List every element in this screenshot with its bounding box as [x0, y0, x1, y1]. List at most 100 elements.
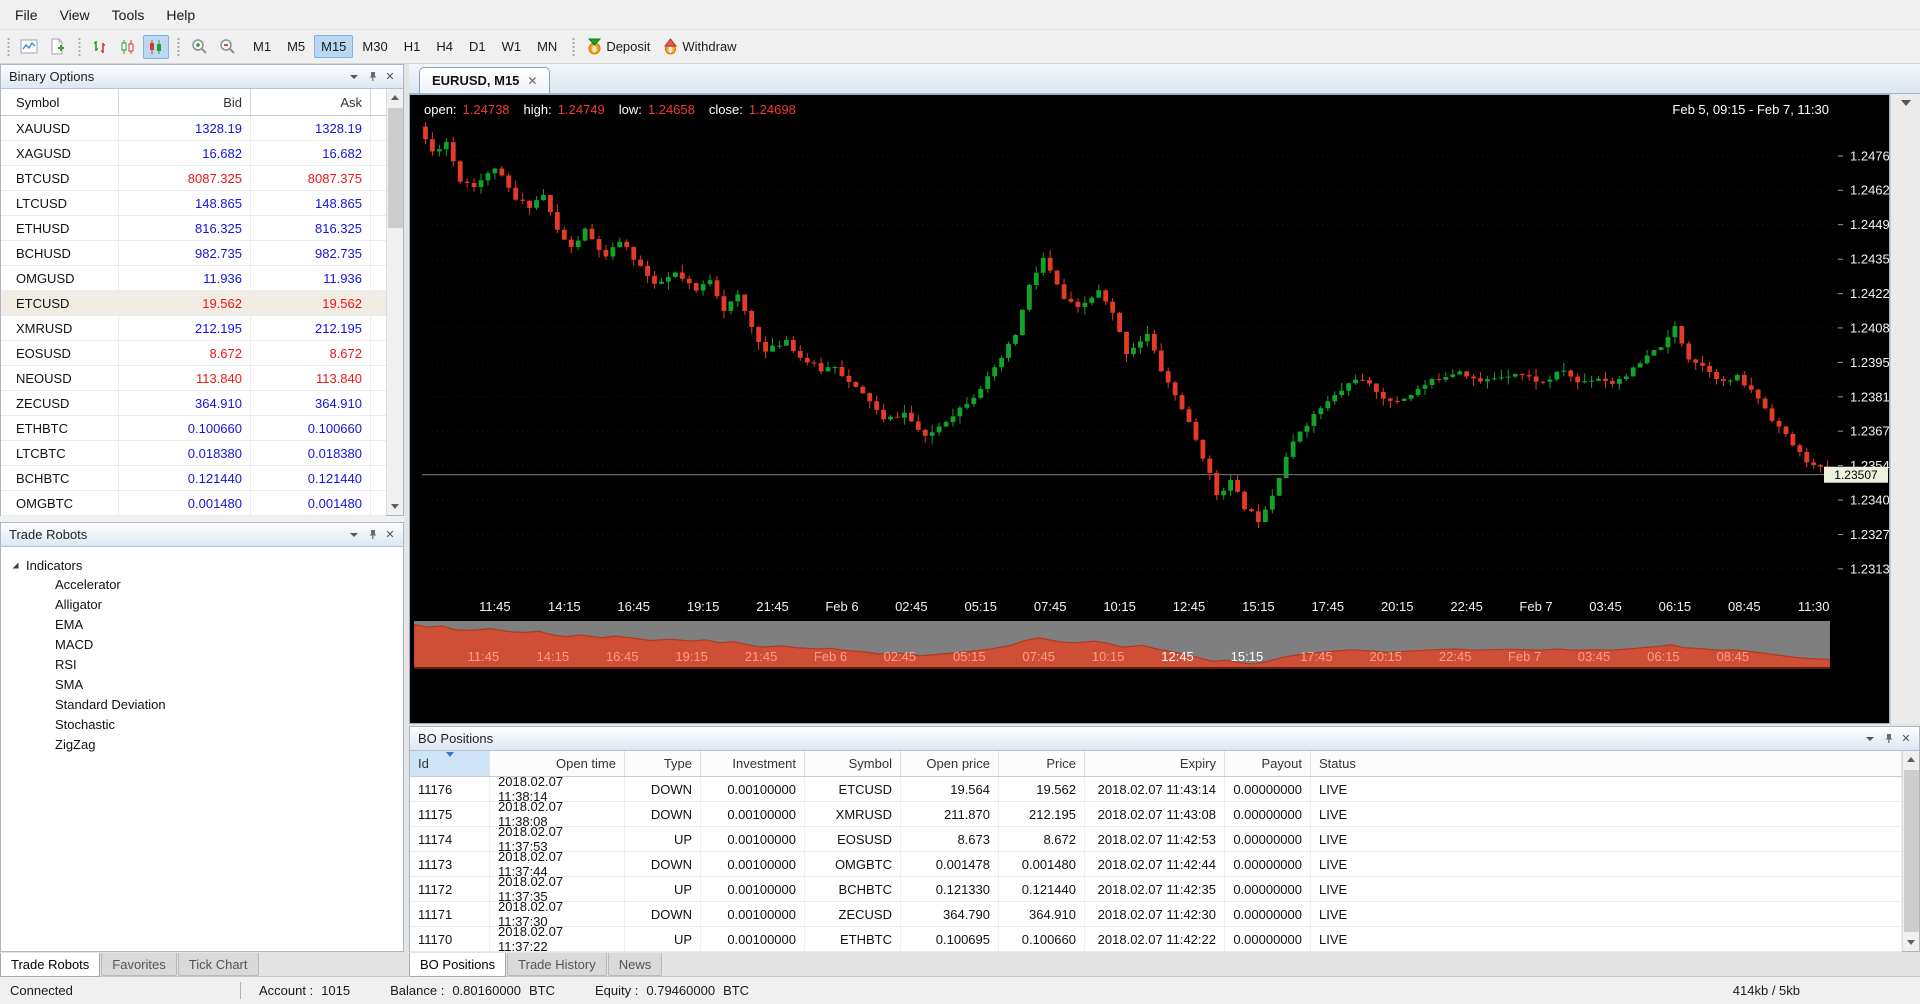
- column-header-payout[interactable]: Payout: [1225, 751, 1311, 776]
- market-watch-row-ltcbtc[interactable]: LTCBTC 0.018380 0.018380: [1, 441, 386, 466]
- menu-item-tools[interactable]: Tools: [101, 2, 156, 28]
- chart-window-button[interactable]: [16, 35, 42, 59]
- timeframe-button-m1[interactable]: M1: [246, 35, 278, 58]
- panel-menu-button[interactable]: [345, 526, 363, 544]
- bo-position-row-11173[interactable]: 11173 2018.02.07 11:37:44 DOWN 0.00100000 OM…: [410, 849, 1902, 879]
- dock-chevron-icon[interactable]: [1900, 100, 1911, 111]
- timeframe-button-d1[interactable]: D1: [462, 35, 493, 58]
- market-watch-row-omgbtc[interactable]: OMGBTC 0.001480 0.001480: [1, 491, 386, 516]
- panel-close-button[interactable]: ✕: [1897, 730, 1915, 748]
- chart-canvas[interactable]: open: 1.24738 high: 1.24749 low: 1.24658 cl…: [409, 94, 1890, 724]
- menu-item-view[interactable]: View: [49, 2, 101, 28]
- scroll-up-arrow[interactable]: [387, 89, 404, 106]
- tree-node-indicators[interactable]: Indicators: [11, 555, 403, 575]
- market-watch-row-bchbtc[interactable]: BCHBTC 0.121440 0.121440: [1, 466, 386, 491]
- tab-news[interactable]: News: [607, 953, 663, 976]
- market-watch-row-zecusd[interactable]: ZECUSD 364.910 364.910: [1, 391, 386, 416]
- bo-position-row-11171[interactable]: 11171 2018.02.07 11:37:30 DOWN 0.00100000 ZE…: [410, 899, 1902, 929]
- bo-position-row-11176[interactable]: 11176 2018.02.07 11:38:14 DOWN 0.00100000 ET…: [410, 774, 1902, 804]
- bo-position-row-11175[interactable]: 11175 2018.02.07 11:38:08 DOWN 0.00100000 XM…: [410, 799, 1902, 829]
- column-header-type[interactable]: Type: [625, 751, 701, 776]
- tree-item-macd[interactable]: MACD: [11, 635, 403, 655]
- panel-menu-button[interactable]: [1861, 730, 1879, 748]
- scroll-track[interactable]: [387, 106, 404, 498]
- market-watch-row-neousd[interactable]: NEOUSD 113.840 113.840: [1, 366, 386, 391]
- market-watch-scrollbar[interactable]: [386, 89, 403, 515]
- candle-outline-mode-button[interactable]: [115, 35, 141, 59]
- column-header-symbol[interactable]: Symbol: [805, 751, 901, 776]
- scroll-down-arrow[interactable]: [1903, 934, 1920, 951]
- tab-favorites[interactable]: Favorites: [101, 953, 177, 976]
- column-header-open-time[interactable]: Open time: [490, 751, 625, 776]
- tree-item-sma[interactable]: SMA: [11, 675, 403, 695]
- panel-close-button[interactable]: ✕: [381, 526, 399, 544]
- scroll-thumb[interactable]: [1903, 770, 1919, 932]
- timeframe-button-h4[interactable]: H4: [429, 35, 460, 58]
- zoom-in-button[interactable]: [186, 35, 212, 59]
- panel-menu-button[interactable]: [345, 68, 363, 86]
- bo-positions-scrollbar[interactable]: [1902, 751, 1919, 951]
- chart-navigator[interactable]: 11:45 14:15 16:45 19:15 21:45 Feb 6 02:45 05:15…: [414, 621, 1830, 669]
- timeframe-button-m30[interactable]: M30: [355, 35, 394, 58]
- column-header-ask[interactable]: Ask: [251, 89, 371, 115]
- tree-item-stochastic[interactable]: Stochastic: [11, 715, 403, 735]
- deposit-button[interactable]: ฿ Deposit: [580, 35, 656, 58]
- panel-close-button[interactable]: ✕: [381, 68, 399, 86]
- panel-pin-button[interactable]: [1879, 730, 1897, 748]
- scroll-down-arrow[interactable]: [387, 498, 404, 515]
- column-header-expiry[interactable]: Expiry: [1085, 751, 1225, 776]
- column-header-status[interactable]: Status: [1311, 751, 1902, 776]
- toolbar-grip[interactable]: [571, 37, 577, 56]
- bar-chart-mode-button[interactable]: [87, 35, 113, 59]
- timeframe-button-m5[interactable]: M5: [280, 35, 312, 58]
- tree-item-ema[interactable]: EMA: [11, 615, 403, 635]
- panel-pin-button[interactable]: [363, 526, 381, 544]
- column-header-id[interactable]: Id: [410, 751, 490, 776]
- tab-tick-chart[interactable]: Tick Chart: [177, 953, 259, 976]
- market-watch-row-xmrusd[interactable]: XMRUSD 212.195 212.195: [1, 316, 386, 341]
- column-header-symbol[interactable]: Symbol: [1, 89, 119, 115]
- chart-tab-close-icon[interactable]: ✕: [527, 74, 537, 88]
- toolbar-grip[interactable]: [6, 37, 11, 56]
- timeframe-button-h1[interactable]: H1: [397, 35, 428, 58]
- tree-item-accelerator[interactable]: Accelerator: [11, 575, 403, 595]
- market-watch-row-ethusd[interactable]: ETHUSD 816.325 816.325: [1, 216, 386, 241]
- withdraw-button[interactable]: ฿ Withdraw: [656, 35, 742, 58]
- column-header-investment[interactable]: Investment: [701, 751, 805, 776]
- menu-item-file[interactable]: File: [4, 2, 49, 28]
- timeframe-button-m15[interactable]: M15: [314, 35, 354, 58]
- market-watch-row-ethbtc[interactable]: ETHBTC 0.100660 0.100660: [1, 416, 386, 441]
- tab-trade-robots[interactable]: Trade Robots: [0, 953, 101, 977]
- market-watch-row-omgusd[interactable]: OMGUSD 11.936 11.936: [1, 266, 386, 291]
- chart-tab-eurusd-m15[interactable]: EURUSD, M15 ✕: [419, 67, 551, 93]
- tree-item-standard-deviation[interactable]: Standard Deviation: [11, 695, 403, 715]
- market-watch-row-btcusd[interactable]: BTCUSD 8087.325 8087.375: [1, 166, 386, 191]
- panel-pin-button[interactable]: [363, 68, 381, 86]
- candle-filled-mode-button[interactable]: [143, 34, 169, 59]
- tab-bo-positions[interactable]: BO Positions: [409, 953, 507, 977]
- bo-position-row-11174[interactable]: 11174 2018.02.07 11:37:53 UP 0.00100000 EOSU…: [410, 824, 1902, 854]
- market-watch-row-eosusd[interactable]: EOSUSD 8.672 8.672: [1, 341, 386, 366]
- tree-item-rsi[interactable]: RSI: [11, 655, 403, 675]
- new-chart-button[interactable]: [44, 35, 70, 59]
- toolbar-grip[interactable]: [77, 37, 82, 56]
- bo-position-row-11170[interactable]: 11170 2018.02.07 11:37:22 UP 0.00100000 ETHB…: [410, 924, 1902, 954]
- market-watch-row-etcusd[interactable]: ETCUSD 19.562 19.562: [1, 291, 386, 316]
- tree-expander-icon[interactable]: [11, 561, 20, 570]
- market-watch-row-xagusd[interactable]: XAGUSD 16.682 16.682: [1, 141, 386, 166]
- tree-item-alligator[interactable]: Alligator: [11, 595, 403, 615]
- column-header-open-price[interactable]: Open price: [901, 751, 999, 776]
- scroll-track[interactable]: [1903, 768, 1920, 934]
- tree-item-zigzag[interactable]: ZigZag: [11, 735, 403, 755]
- toolbar-grip[interactable]: [176, 37, 181, 56]
- zoom-out-button[interactable]: [214, 35, 240, 59]
- market-watch-row-xauusd[interactable]: XAUUSD 1328.19 1328.19: [1, 116, 386, 141]
- menu-item-help[interactable]: Help: [155, 2, 206, 28]
- column-header-bid[interactable]: Bid: [119, 89, 251, 115]
- bo-position-row-11172[interactable]: 11172 2018.02.07 11:37:35 UP 0.00100000 BCHB…: [410, 874, 1902, 904]
- scroll-up-arrow[interactable]: [1903, 751, 1920, 768]
- market-watch-row-bchusd[interactable]: BCHUSD 982.735 982.735: [1, 241, 386, 266]
- timeframe-button-w1[interactable]: W1: [495, 35, 529, 58]
- tab-trade-history[interactable]: Trade History: [507, 953, 607, 976]
- timeframe-button-mn[interactable]: MN: [530, 35, 564, 58]
